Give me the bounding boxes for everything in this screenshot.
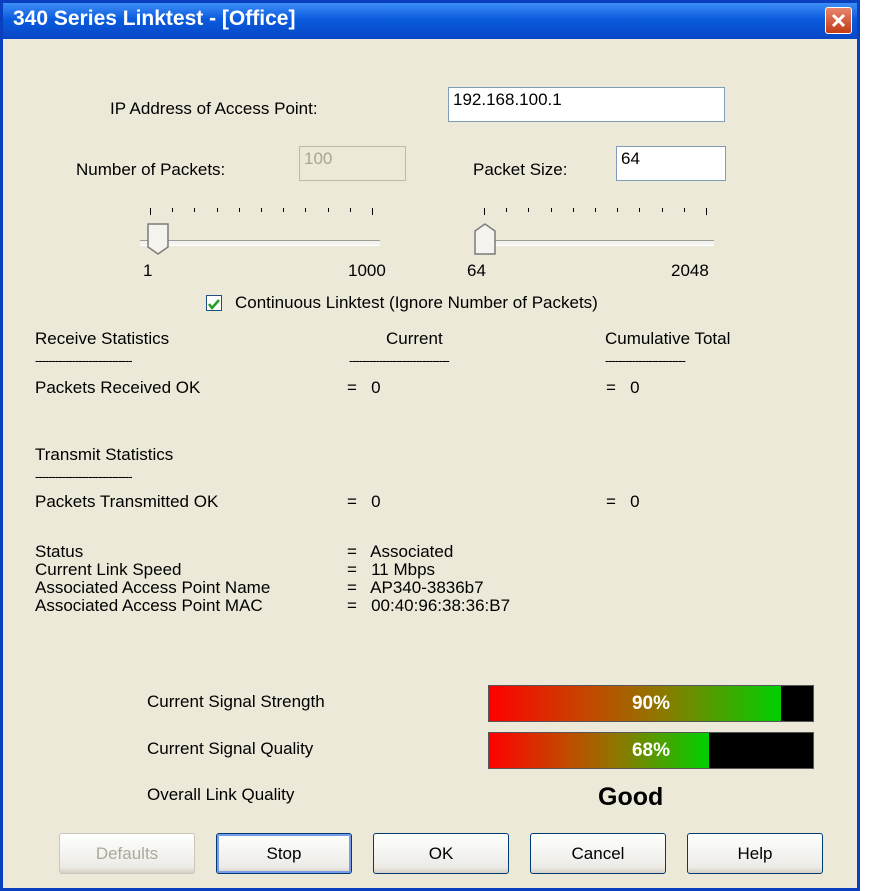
slider-tick — [239, 208, 240, 212]
packets-min-label: 1 — [143, 261, 153, 280]
slider-tick — [528, 208, 529, 212]
packets-transmitted-label: Packets Transmitted OK — [35, 492, 219, 511]
packets-max-label: 1000 — [348, 261, 386, 280]
continuous-label[interactable]: Continuous Linktest (Ignore Number of Pa… — [235, 293, 598, 313]
slider-tick — [684, 208, 685, 212]
slider-tick — [506, 208, 507, 212]
slider-tick — [283, 208, 284, 212]
cumulative-header: Cumulative Total — [605, 329, 731, 348]
slider-tick — [217, 208, 218, 212]
packet-size-slider-track[interactable] — [474, 240, 714, 246]
slider-tick — [573, 208, 574, 212]
signal-quality-percent: 68% — [631, 740, 671, 761]
transmit-header: Transmit Statistics — [35, 445, 174, 464]
ok-button[interactable]: OK — [373, 833, 509, 874]
defaults-button[interactable]: Defaults — [59, 833, 195, 874]
slider-tick — [305, 208, 306, 212]
packets-received-label: Packets Received OK — [35, 378, 201, 397]
ip-address-field[interactable]: 192.168.100.1 — [448, 87, 725, 122]
linktest-dialog: 340 Series Linktest - [Office] IP Addres… — [0, 0, 860, 891]
packet-size-field[interactable]: 64 — [616, 146, 726, 181]
receive-divider: ----------------------------- — [35, 353, 133, 368]
slider-tick — [617, 208, 618, 212]
ap-mac-value: = 00:40:96:38:36:B7 — [347, 596, 511, 615]
packets-field: 100 — [299, 146, 406, 181]
packets-transmitted-cumulative: = 0 — [606, 492, 640, 511]
slider-tick — [261, 208, 262, 212]
cancel-button[interactable]: Cancel — [530, 833, 666, 874]
packet-size-label: Packet Size: — [473, 160, 568, 179]
signal-strength-percent: 90% — [631, 693, 671, 714]
status-label: Status — [35, 542, 84, 561]
signal-strength-label: Current Signal Strength — [147, 692, 325, 711]
slider-tick — [350, 208, 351, 212]
signal-quality-bar: 68% — [488, 732, 814, 769]
window-title: 340 Series Linktest - [Office] — [13, 7, 296, 30]
ip-label: IP Address of Access Point: — [110, 99, 318, 118]
packets-label: Number of Packets: — [76, 160, 226, 179]
packets-slider-thumb[interactable] — [146, 223, 169, 255]
help-button[interactable]: Help — [687, 833, 823, 874]
slider-tick — [328, 208, 329, 212]
signal-quality-label: Current Signal Quality — [147, 739, 314, 758]
checkmark-icon — [208, 299, 220, 310]
stop-button[interactable]: Stop — [216, 833, 352, 874]
packets-slider-track[interactable] — [140, 240, 380, 246]
ap-mac-label: Associated Access Point MAC — [35, 596, 263, 615]
slider-tick — [662, 208, 663, 212]
signal-strength-bar: 90% — [488, 685, 814, 722]
continuous-checkbox[interactable] — [206, 295, 222, 311]
ap-name-label: Associated Access Point Name — [35, 578, 271, 597]
slider-tick — [595, 208, 596, 212]
cumulative-divider: ------------------------ — [605, 353, 686, 368]
packet-size-slider-thumb[interactable] — [474, 223, 496, 255]
link-speed-label: Current Link Speed — [35, 560, 182, 579]
receive-header: Receive Statistics — [35, 329, 170, 348]
slider-tick — [372, 208, 373, 215]
slider-tick — [172, 208, 173, 212]
slider-tick — [551, 208, 552, 212]
packets-received-cumulative: = 0 — [606, 378, 640, 397]
current-header: Current — [386, 329, 443, 348]
link-speed-value: = 11 Mbps — [347, 560, 436, 579]
ap-name-value: = AP340-3836b7 — [347, 578, 484, 597]
status-value: = Associated — [347, 542, 454, 561]
slider-tick — [150, 208, 151, 215]
slider-tick — [484, 208, 485, 215]
packet-size-max-label: 2048 — [671, 261, 709, 280]
slider-tick — [194, 208, 195, 212]
close-button[interactable] — [825, 7, 852, 34]
packet-size-min-label: 64 — [467, 261, 486, 280]
slider-tick — [706, 208, 707, 215]
link-quality-label: Overall Link Quality — [147, 785, 295, 804]
close-icon — [831, 13, 846, 28]
transmit-divider: ----------------------------- — [35, 469, 133, 484]
packets-transmitted-current: = 0 — [347, 492, 381, 511]
current-divider: ------------------------------ — [349, 353, 450, 368]
title-bar[interactable]: 340 Series Linktest - [Office] — [3, 3, 857, 39]
link-quality-value: Good — [598, 783, 664, 811]
slider-tick — [639, 208, 640, 212]
packets-received-current: = 0 — [347, 378, 381, 397]
